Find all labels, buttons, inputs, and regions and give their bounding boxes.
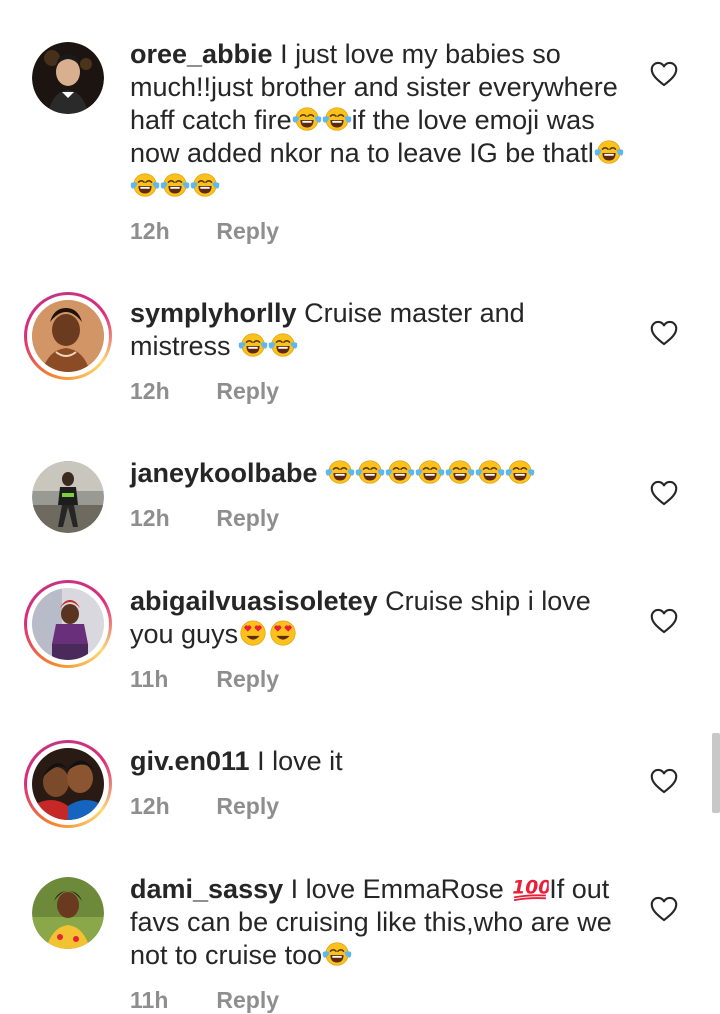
reply-button[interactable]: Reply (216, 218, 279, 245)
laugh-emoji-icon (322, 939, 352, 969)
comment-text: dami_sassy I love EmmaRose If out favs c… (130, 873, 625, 972)
comment-body: I love it (257, 746, 343, 776)
comment-text: symplyhorlly Cruise master and mistress (130, 297, 625, 363)
comment-meta: 11h Reply (130, 666, 279, 693)
heart-outline-icon[interactable] (650, 768, 678, 794)
comment-meta: 12h Reply (130, 505, 279, 532)
comments-list: oree_abbie I just love my babies so much… (0, 0, 720, 1013)
laugh-emoji-icon (445, 457, 475, 487)
avatar[interactable] (32, 461, 104, 533)
heart-eyes-emoji-icon (238, 618, 268, 648)
username[interactable]: dami_sassy (130, 874, 283, 904)
comment-text: oree_abbie I just love my babies so much… (130, 38, 625, 203)
laugh-emoji-icon (475, 457, 505, 487)
heart-outline-icon[interactable] (650, 896, 678, 922)
laugh-emoji-icon (292, 104, 322, 134)
laugh-emoji-icon (505, 457, 535, 487)
username[interactable]: giv.en011 (130, 746, 250, 776)
comment-text: abigailvuasisoletey Cruise ship i love y… (130, 585, 625, 651)
laugh-emoji-icon (594, 137, 624, 167)
laugh-emoji-icon (325, 457, 355, 487)
comment-time: 11h (130, 987, 169, 1013)
story-ring (27, 583, 109, 665)
avatar-photo (32, 588, 104, 660)
username[interactable]: abigailvuasisoletey (130, 586, 378, 616)
comment-time: 12h (130, 378, 170, 404)
avatar[interactable] (24, 580, 112, 668)
reply-button[interactable]: Reply (216, 505, 279, 532)
laugh-emoji-icon (385, 457, 415, 487)
laugh-emoji-icon (130, 170, 160, 200)
reply-button[interactable]: Reply (216, 666, 279, 693)
comment-meta: 12h Reply (130, 378, 279, 405)
comment-meta: 12h Reply (130, 793, 279, 820)
avatar[interactable] (32, 42, 104, 114)
laugh-emoji-icon (160, 170, 190, 200)
laugh-emoji-icon (415, 457, 445, 487)
avatar-photo (32, 300, 104, 372)
avatar-photo (32, 748, 104, 820)
reply-button[interactable]: Reply (216, 793, 279, 820)
heart-outline-icon[interactable] (650, 608, 678, 634)
comment-time: 12h (130, 793, 170, 819)
avatar[interactable] (24, 292, 112, 380)
story-ring (27, 743, 109, 825)
avatar-photo (32, 461, 104, 533)
avatar-photo (32, 42, 104, 114)
comment-body: I love EmmaRose (290, 874, 512, 904)
comment-time: 11h (130, 666, 169, 692)
heart-outline-icon[interactable] (650, 61, 678, 87)
avatar-photo (32, 877, 104, 949)
username[interactable]: oree_abbie (130, 39, 273, 69)
laugh-emoji-icon (355, 457, 385, 487)
heart-outline-icon[interactable] (650, 320, 678, 346)
hundred-points-emoji-icon (511, 873, 549, 903)
laugh-emoji-icon (190, 170, 220, 200)
comment-time: 12h (130, 218, 170, 244)
username[interactable]: janeykoolbabe (130, 458, 318, 488)
comment-text: giv.en011 I love it (130, 745, 625, 778)
heart-eyes-emoji-icon (268, 618, 298, 648)
scrollbar-thumb[interactable] (712, 733, 720, 813)
laugh-emoji-icon (238, 330, 268, 360)
comment-time: 12h (130, 505, 170, 531)
avatar[interactable] (24, 740, 112, 828)
comment-meta: 12h Reply (130, 218, 279, 245)
username[interactable]: symplyhorlly (130, 298, 297, 328)
reply-button[interactable]: Reply (216, 378, 279, 405)
comment-text: janeykoolbabe (130, 457, 625, 490)
laugh-emoji-icon (268, 330, 298, 360)
laugh-emoji-icon (322, 104, 352, 134)
heart-outline-icon[interactable] (650, 480, 678, 506)
avatar[interactable] (32, 877, 104, 949)
story-ring (27, 295, 109, 377)
reply-button[interactable]: Reply (216, 987, 279, 1014)
comment-meta: 11h Reply (130, 987, 279, 1014)
